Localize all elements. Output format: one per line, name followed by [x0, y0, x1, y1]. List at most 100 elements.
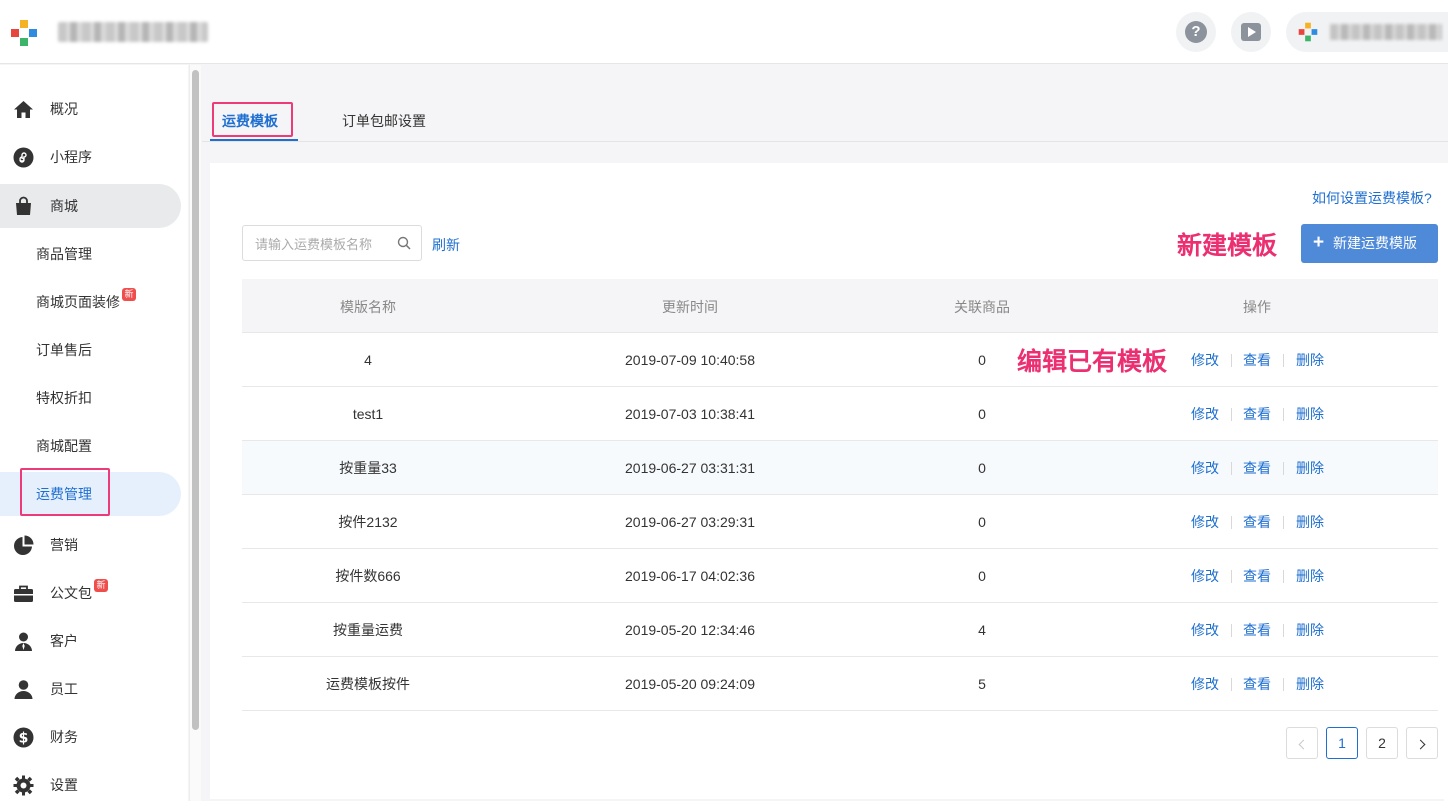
cell-linked-products: 0: [978, 514, 986, 530]
user-icon: [14, 680, 33, 699]
edit-link[interactable]: 修改: [1191, 459, 1219, 477]
table-header: 模版名称 更新时间 关联商品 操作: [242, 279, 1438, 333]
new-shipping-template-button[interactable]: + 新建运费模版: [1301, 224, 1438, 263]
sidebar-item-label: 商城: [50, 198, 78, 214]
account-name-blurred: [1330, 24, 1442, 40]
sidebar-item-marketing[interactable]: 营销: [0, 523, 181, 567]
sidebar-item-label: 概况: [50, 101, 78, 117]
cell-linked-products: 4: [978, 622, 986, 638]
edit-link[interactable]: 修改: [1191, 351, 1219, 369]
edit-link[interactable]: 修改: [1191, 405, 1219, 423]
dollar-icon: $: [13, 727, 34, 748]
sidebar-item-mall[interactable]: 商城: [0, 184, 181, 228]
help-button[interactable]: ?: [1176, 12, 1216, 52]
action-divider: [1283, 408, 1284, 421]
pagination-prev-button[interactable]: [1286, 727, 1318, 759]
edit-link[interactable]: 修改: [1191, 513, 1219, 531]
sidebar-scrollbar-thumb[interactable]: [192, 70, 199, 730]
refresh-link[interactable]: 刷新: [432, 235, 460, 255]
question-icon: ?: [1185, 21, 1207, 43]
sidebar-item-label: 公文包 新: [50, 579, 108, 601]
sidebar-item-overview[interactable]: 概况: [0, 87, 181, 131]
action-divider: [1283, 678, 1284, 691]
sidebar-item-customers[interactable]: 客户: [0, 619, 181, 663]
search-input[interactable]: [255, 235, 385, 253]
edit-link[interactable]: 修改: [1191, 567, 1219, 585]
new-badge: 新: [94, 579, 108, 592]
cell-linked-products: 0: [978, 568, 986, 584]
play-icon: [1241, 23, 1261, 41]
cell-linked-products: 0: [978, 352, 986, 368]
sidebar-item-settings[interactable]: 设置: [0, 763, 181, 801]
sidebar-item-briefcase[interactable]: 公文包 新: [0, 571, 181, 615]
plus-icon: +: [1313, 232, 1325, 253]
column-header-updated: 更新时间: [662, 299, 718, 315]
delete-link[interactable]: 删除: [1296, 675, 1324, 693]
cell-updated-time: 2019-07-03 10:38:41: [625, 406, 755, 422]
pagination-next-button[interactable]: [1406, 727, 1438, 759]
search-icon[interactable]: [397, 236, 411, 250]
annotation-edit-existing: 编辑已有模板: [1017, 348, 1168, 376]
highlight-frame-shipping-nav: [20, 468, 110, 516]
view-link[interactable]: 查看: [1243, 621, 1271, 639]
table-row: 运费模板按件 2019-05-20 09:24:09 5 修改 查看 删除: [242, 657, 1438, 711]
cell-updated-time: 2019-05-20 09:24:09: [625, 676, 755, 692]
view-link[interactable]: 查看: [1243, 675, 1271, 693]
new-button-label: 新建运费模版: [1333, 235, 1417, 251]
delete-link[interactable]: 删除: [1296, 513, 1324, 531]
chevron-right-icon: [1415, 739, 1426, 750]
sidebar-subitem-mall-config[interactable]: 商城配置: [0, 424, 181, 468]
sidebar-subitem-privilege-discount[interactable]: 特权折扣: [0, 376, 181, 420]
how-to-set-template-link[interactable]: 如何设置运费模板?: [1312, 188, 1432, 208]
view-link[interactable]: 查看: [1243, 351, 1271, 369]
table-row: 按件数666 2019-06-17 04:02:36 0 修改 查看 删除: [242, 549, 1438, 603]
app-logo-icon[interactable]: [10, 19, 38, 47]
account-menu[interactable]: [1286, 12, 1448, 52]
cell-updated-time: 2019-06-17 04:02:36: [625, 568, 755, 584]
cell-template-name: 运费模板按件: [326, 676, 410, 692]
table-row: 按重量运费 2019-05-20 12:34:46 4 修改 查看 删除: [242, 603, 1438, 657]
video-tutorial-button[interactable]: [1231, 12, 1271, 52]
sidebar-item-finance[interactable]: $ 财务: [0, 715, 181, 759]
view-link[interactable]: 查看: [1243, 567, 1271, 585]
gear-icon: [13, 775, 34, 796]
home-icon: [14, 101, 33, 118]
action-divider: [1231, 462, 1232, 475]
column-header-products: 关联商品: [954, 299, 1010, 315]
delete-link[interactable]: 删除: [1296, 405, 1324, 423]
action-divider: [1231, 570, 1232, 583]
edit-link[interactable]: 修改: [1191, 675, 1219, 693]
sidebar-subitem-after-sales[interactable]: 订单售后: [0, 328, 181, 372]
cell-updated-time: 2019-05-20 12:34:46: [625, 622, 755, 638]
pagination-page-1[interactable]: 1: [1326, 727, 1358, 759]
cell-updated-time: 2019-06-27 03:31:31: [625, 460, 755, 476]
shop-name-blurred: [58, 22, 208, 42]
cell-updated-time: 2019-06-27 03:29:31: [625, 514, 755, 530]
sidebar-item-label: 小程序: [50, 149, 92, 165]
annotation-new-template: 新建模板: [1177, 232, 1278, 260]
sidebar-item-label: 财务: [50, 729, 78, 745]
cell-updated-time: 2019-07-09 10:40:58: [625, 352, 755, 368]
sidebar-subitem-text: 商城页面装修: [36, 294, 120, 310]
sidebar-subitem-product-management[interactable]: 商品管理: [0, 232, 181, 276]
view-link[interactable]: 查看: [1243, 459, 1271, 477]
delete-link[interactable]: 删除: [1296, 351, 1324, 369]
view-link[interactable]: 查看: [1243, 405, 1271, 423]
delete-link[interactable]: 删除: [1296, 621, 1324, 639]
delete-link[interactable]: 删除: [1296, 567, 1324, 585]
main-scrollbar[interactable]: [1444, 325, 1448, 801]
sidebar-item-staff[interactable]: 员工: [0, 667, 181, 711]
tab-free-shipping-settings[interactable]: 订单包邮设置: [328, 95, 438, 141]
account-avatar-icon: [1298, 22, 1318, 42]
cell-template-name: test1: [352, 406, 384, 422]
action-divider: [1231, 354, 1232, 367]
table-row: 4 2019-07-09 10:40:58 0 修改 查看 删除: [242, 333, 1438, 387]
template-search[interactable]: [242, 225, 422, 261]
sidebar-item-miniprogram[interactable]: 小程序: [0, 135, 181, 179]
chevron-left-icon: [1298, 739, 1309, 750]
pagination-page-2[interactable]: 2: [1366, 727, 1398, 759]
delete-link[interactable]: 删除: [1296, 459, 1324, 477]
edit-link[interactable]: 修改: [1191, 621, 1219, 639]
view-link[interactable]: 查看: [1243, 513, 1271, 531]
sidebar-subitem-page-decoration[interactable]: 商城页面装修 新: [0, 280, 181, 324]
